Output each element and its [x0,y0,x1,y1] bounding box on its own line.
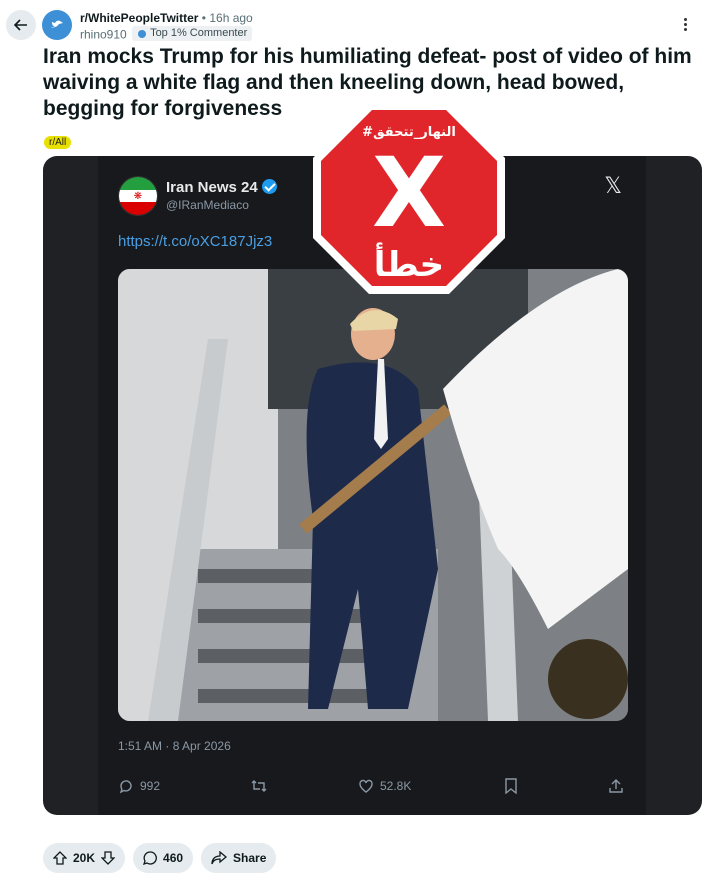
video-frame [118,269,628,721]
retweet-icon [251,780,267,792]
post-time: 16h ago [209,11,253,25]
retweet-button[interactable] [250,778,268,794]
subreddit-name[interactable]: r/WhitePeopleTwitter [80,11,198,25]
tweet-author-name: Iran News 24 [166,179,277,196]
comment-icon [143,851,157,865]
bookmark-button[interactable] [504,778,518,794]
more-icon [683,22,687,26]
vote-control: 20K [43,843,126,873]
bird-icon [51,20,63,28]
post-tag[interactable]: r/All [44,136,72,149]
bookmark-icon [505,778,517,794]
vote-count: 20K [73,851,96,865]
share-button[interactable]: Share [201,843,277,873]
comments-button[interactable]: 460 [133,843,194,873]
meta-separator: • [201,11,206,25]
post-action-bar: 20K 460 Share [43,843,277,873]
tweet-actions: 992 52.8K [118,778,628,798]
x-logo-icon: 𝕏 [604,174,622,199]
subreddit-avatar[interactable] [42,10,72,40]
tweet-handle: @IRanMediaco [166,198,249,212]
post-author[interactable]: rhino910 [80,28,127,42]
reply-count: 992 [140,779,161,793]
reply-icon [119,780,132,794]
more-icon [683,27,687,31]
comment-count: 460 [163,851,184,865]
arrow-left-icon [13,19,27,31]
share-label: Share [233,851,267,865]
user-flair: Top 1% Commenter [132,26,253,41]
tweet-link: https://t.co/oXC187Jjz3 [118,233,273,250]
like-count: 52.8K [380,779,412,793]
reply-button[interactable]: 992 [118,778,160,794]
flair-icon [138,29,147,38]
tweet-timestamp: 1:51 AM · 8 Apr 2026 [118,739,231,753]
user-flair-label: Top 1% Commenter [150,27,248,39]
tweet-author-label: Iran News 24 [166,179,258,196]
share-icon [609,779,623,793]
verified-icon [261,179,277,194]
share-tweet-button[interactable] [608,778,624,794]
downvote-icon[interactable] [101,851,116,865]
fact-check-stamp: #النهار_تتحقق X خطأ [313,102,505,294]
back-button[interactable] [6,10,36,40]
tweet-avatar: ❋ [118,176,158,216]
more-button[interactable] [675,14,695,34]
stamp-x-mark: X [372,137,446,249]
like-button[interactable]: 52.8K [358,778,411,794]
tweet-video-still [118,269,628,721]
upvote-icon[interactable] [53,851,67,865]
share-arrow-icon [211,851,228,865]
stamp-verdict: خطأ [374,242,444,285]
more-icon [683,17,687,21]
like-icon [359,779,373,793]
post-meta: r/WhitePeopleTwitter • 16h ago rhino910 … [80,11,253,43]
